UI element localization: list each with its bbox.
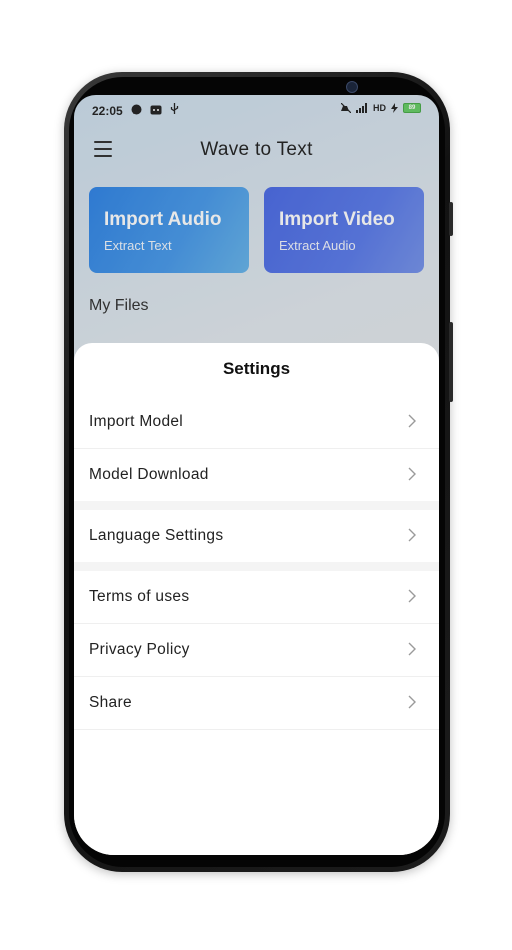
- volume-button: [449, 202, 453, 236]
- settings-item-share[interactable]: Share: [74, 677, 439, 730]
- section-divider: [74, 562, 439, 571]
- settings-item-label: Privacy Policy: [89, 641, 190, 658]
- settings-item-label: Import Model: [89, 413, 184, 430]
- settings-item-terms-of-uses[interactable]: Terms of uses: [74, 571, 439, 624]
- camera-icon: [346, 81, 358, 93]
- section-divider: [74, 501, 439, 510]
- chevron-right-icon: [408, 695, 416, 709]
- settings-item-import-model[interactable]: Import Model: [74, 396, 439, 449]
- settings-item-label: Share: [89, 694, 132, 711]
- chevron-right-icon: [408, 414, 416, 428]
- chevron-right-icon: [408, 528, 416, 542]
- settings-item-label: Model Download: [89, 466, 209, 483]
- settings-item-privacy-policy[interactable]: Privacy Policy: [74, 624, 439, 677]
- settings-item-label: Terms of uses: [89, 588, 190, 605]
- power-button: [449, 322, 453, 402]
- screen: 22:05 HD 89 Wave to Text Import Audio Ex…: [74, 95, 439, 855]
- chevron-right-icon: [408, 642, 416, 656]
- chevron-right-icon: [408, 589, 416, 603]
- settings-item-label: Language Settings: [89, 527, 224, 544]
- settings-item-language-settings[interactable]: Language Settings: [74, 510, 439, 562]
- settings-sheet: Settings Import Model Model Download Lan…: [74, 343, 439, 855]
- settings-title: Settings: [222, 359, 291, 378]
- chevron-right-icon: [408, 467, 416, 481]
- settings-item-model-download[interactable]: Model Download: [74, 449, 439, 501]
